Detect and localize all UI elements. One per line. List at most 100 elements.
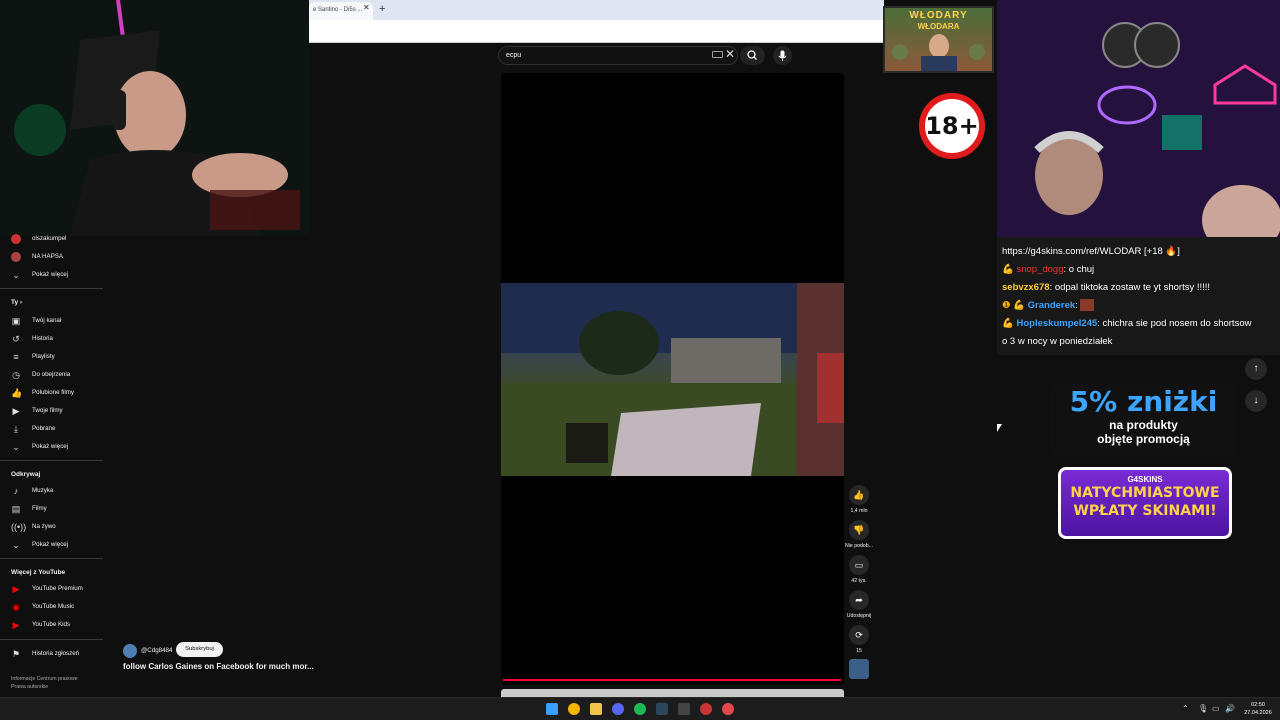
sidebar-item-live[interactable]: ((•)) Na żywo — [0, 520, 105, 534]
sidebar-item-label: Historia zgłoszeń — [32, 650, 80, 657]
tab-title: e Santino - Di5s ... — [313, 7, 363, 13]
g4skins-banner: G4SKINS NATYCHMIASTOWE WPŁATY SKINAMI! — [1058, 467, 1232, 539]
microphone-tray-icon[interactable]: 🎙 — [1198, 704, 1208, 713]
wlodary-logo: WŁODARY WŁODARA — [883, 6, 994, 73]
badge-icon: 💪 — [1013, 300, 1026, 311]
sidebar-item-label: Muzyka — [32, 487, 54, 494]
clock-time: 02:50 — [1251, 702, 1265, 708]
dislike-button[interactable]: 👎 — [849, 520, 869, 540]
chrome-icon[interactable] — [568, 703, 580, 715]
short-title[interactable]: follow Carlos Gaines on Facebook for muc… — [123, 662, 314, 671]
next-short-button[interactable]: ↓ — [1245, 390, 1267, 412]
clear-search-icon[interactable]: ✕ — [725, 47, 735, 61]
windows-start-icon[interactable] — [546, 703, 558, 715]
previous-short-button[interactable]: ↑ — [1245, 358, 1267, 380]
sidebar-item-liked-videos[interactable]: 👍 Polubione filmy — [0, 386, 105, 400]
sound-thumbnail[interactable] — [849, 659, 869, 679]
account-box-icon: ▣ — [11, 316, 21, 326]
browser-address-bar[interactable] — [309, 20, 884, 43]
promo-discount: 5% zniżki — [1069, 385, 1218, 418]
sidebar-item-your-videos[interactable]: ▶ Twoje filmy — [0, 404, 105, 418]
video-scene — [501, 283, 844, 476]
sidebar-item-your-channel[interactable]: ▣ Twój kanał — [0, 314, 105, 328]
file-explorer-icon[interactable] — [590, 703, 602, 715]
sidebar-item-label: Playlisty — [32, 353, 55, 360]
comments-button[interactable]: ▭ — [849, 555, 869, 575]
discord-icon[interactable] — [612, 703, 624, 715]
browser-tab-strip: e Santino - Di5s ... ✕ + — [309, 0, 884, 20]
heading-label: Ty — [11, 299, 19, 306]
video-icon: ▶ — [12, 406, 20, 416]
network-icon[interactable]: ▭ — [1212, 704, 1220, 713]
sidebar-item-show-more-you[interactable]: ⌄ Pokaż więcej — [0, 440, 105, 454]
shorts-player[interactable] — [501, 73, 844, 685]
footer-links[interactable]: Prawa autorskie — [11, 684, 48, 690]
sidebar-item-youtube-premium[interactable]: ▶ YouTube Premium — [0, 582, 105, 596]
sidebar-item-label: Pokaż więcej — [32, 271, 69, 278]
sidebar-item-downloads[interactable]: ⤓ Pobrane — [0, 422, 105, 436]
sidebar-item-label: NA HAPSA — [32, 253, 63, 260]
download-icon: ⤓ — [14, 424, 18, 434]
sidebar-item-na-hapsa[interactable]: NA HAPSA — [0, 250, 105, 264]
steam-icon[interactable] — [656, 703, 668, 715]
sidebar-item-youtube-kids[interactable]: ▶ YouTube Kids — [0, 618, 105, 632]
footer-links[interactable]: Informacje Centrum prasowe — [11, 676, 78, 682]
sidebar-item-history[interactable]: ↺ Historia — [0, 332, 105, 346]
browser-icon[interactable] — [722, 703, 734, 715]
chat-username[interactable]: sebvzx678 — [1002, 282, 1050, 293]
sidebar-item-olszakumpel[interactable]: olszakumpel — [0, 232, 105, 246]
promo-brand: G4SKINS — [1127, 475, 1163, 484]
music-note-icon: ♪ — [13, 486, 19, 496]
emote-icon — [1080, 299, 1095, 312]
streamer-webcam-right — [997, 0, 1280, 237]
video-progress-bar[interactable] — [503, 679, 841, 681]
divider — [0, 288, 103, 289]
new-tab-icon[interactable]: + — [379, 3, 385, 15]
chat-username[interactable]: Hopleskumpel245 — [1016, 318, 1097, 329]
chat-username[interactable]: Granderek — [1028, 300, 1076, 311]
keyboard-icon[interactable] — [712, 51, 723, 58]
playlist-icon: ≡ — [13, 352, 19, 362]
subscribe-button[interactable]: Subskrybuj — [176, 642, 223, 657]
clock-date: 27.04.2026 — [1244, 710, 1272, 716]
sidebar-item-label: Filmy — [32, 505, 47, 512]
sidebar-item-label: Polubione filmy — [32, 389, 74, 396]
sidebar-item-report-history[interactable]: ⚑ Historia zgłoszeń — [0, 647, 105, 661]
next-short-preview[interactable] — [501, 689, 844, 697]
channel-avatar[interactable] — [123, 644, 137, 658]
channel-name[interactable]: @Cdg8484 — [141, 647, 172, 654]
terminal-icon[interactable] — [678, 703, 690, 715]
tray-chevron-icon[interactable]: ⌃ — [1182, 704, 1189, 713]
badge-icon: 💪 — [1002, 264, 1014, 275]
sidebar-item-movies[interactable]: ▤ Filmy — [0, 502, 105, 516]
sidebar-item-playlists[interactable]: ≡ Playlisty — [0, 350, 105, 364]
obs-icon[interactable] — [700, 703, 712, 715]
badge-icon: ❶ — [1002, 300, 1011, 311]
tab-close-icon[interactable]: ✕ — [363, 3, 370, 12]
spotify-icon[interactable] — [634, 703, 646, 715]
youtube-music-icon: ◉ — [12, 602, 20, 612]
chat-message: 💪 snop_dogg: o chuj — [1002, 261, 1275, 279]
sidebar-item-music[interactable]: ♪ Muzyka — [0, 484, 105, 498]
sidebar-item-show-more-explore[interactable]: ⌄ Pokaż więcej — [0, 538, 105, 552]
stream-chat: https://g4skins.com/ref/WLODAR [+18 🔥] 💪… — [997, 237, 1280, 355]
system-clock[interactable]: 02:50 27.04.2026 — [1240, 701, 1276, 717]
voice-search-button[interactable] — [773, 46, 792, 65]
sidebar-heading-you[interactable]: Ty › — [11, 299, 22, 306]
search-button[interactable] — [740, 46, 765, 65]
sidebar-item-label: YouTube Kids — [32, 621, 71, 628]
sidebar-item-show-more-subs[interactable]: ⌄ Pokaż więcej — [0, 268, 105, 282]
chat-message: https://g4skins.com/ref/WLODAR [+18 🔥] — [1002, 243, 1275, 261]
volume-icon[interactable]: 🔊 — [1225, 704, 1235, 713]
chevron-right-icon: › — [19, 299, 23, 306]
sidebar-item-youtube-music[interactable]: ◉ YouTube Music — [0, 600, 105, 614]
sidebar-item-label: YouTube Premium — [32, 585, 83, 592]
chat-username[interactable]: snop_dogg — [1016, 264, 1063, 275]
search-input[interactable]: ecpu — [498, 46, 738, 65]
history-icon: ↺ — [12, 334, 20, 344]
like-button[interactable]: 👍 — [849, 485, 869, 505]
share-button[interactable]: ➦ — [849, 590, 869, 610]
sidebar-item-label: Do obejrzenia — [32, 371, 71, 378]
remix-button[interactable]: ⟳ — [849, 625, 869, 645]
sidebar-item-watch-later[interactable]: ◷ Do obejrzenia — [0, 368, 105, 382]
